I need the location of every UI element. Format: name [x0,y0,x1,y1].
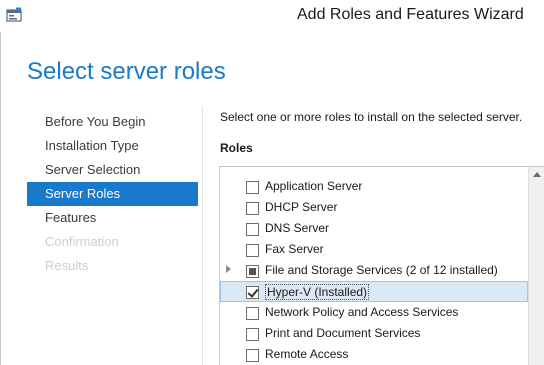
roles-list[interactable]: Application Server DHCP Server DNS Serve… [219,166,544,365]
role-row-fax-server[interactable]: Fax Server [220,239,528,260]
nav-step-server-roles[interactable]: Server Roles [27,182,198,206]
roles-list-scrollbar[interactable] [528,167,544,365]
server-manager-icon [6,7,22,22]
expand-arrow-icon[interactable] [226,265,231,273]
nav-step-results: Results [45,258,89,273]
role-label: DHCP Server [265,200,338,214]
page-title: Select server roles [27,58,226,85]
role-row-remote-access[interactable]: Remote Access [220,344,528,365]
window-title: Add Roles and Features Wizard [297,6,524,23]
role-label: Application Server [265,179,363,193]
role-checkbox[interactable] [246,349,259,362]
role-row-hyper-v[interactable]: Hyper-V (Installed) [220,281,528,302]
role-label: Hyper-V (Installed) [265,284,370,300]
role-checkbox[interactable] [246,181,259,194]
role-row-application-server[interactable]: Application Server [220,176,528,197]
role-checkbox[interactable] [246,307,259,320]
role-label: Print and Document Services [265,326,421,340]
nav-step-features[interactable]: Features [27,206,198,230]
role-row-dns-server[interactable]: DNS Server [220,218,528,239]
role-row-network-policy-and-access-services[interactable]: Network Policy and Access Services [220,302,528,323]
role-label: Fax Server [265,242,324,256]
wizard-steps-nav: Before You Begin Installation Type Serve… [27,110,198,278]
role-label: DNS Server [265,221,330,235]
nav-divider [202,106,203,365]
nav-step-confirmation: Confirmation [45,234,119,249]
nav-step-server-selection[interactable]: Server Selection [27,158,198,182]
role-checkbox[interactable] [246,223,259,236]
role-checkbox[interactable] [246,202,259,215]
instruction-text: Select one or more roles to install on t… [220,110,523,124]
role-row-print-and-document-services[interactable]: Print and Document Services [220,323,528,344]
role-checkbox[interactable] [246,328,259,341]
nav-step-before-you-begin[interactable]: Before You Begin [27,110,198,134]
nav-step-installation-type[interactable]: Installation Type [27,134,198,158]
roles-heading: Roles [220,141,253,155]
role-checkbox[interactable] [246,265,259,278]
role-row-dhcp-server[interactable]: DHCP Server [220,197,528,218]
role-label: File and Storage Services (2 of 12 insta… [265,263,498,277]
role-label: Remote Access [265,347,349,361]
scroll-up-arrow-icon[interactable] [533,172,541,177]
role-checkbox[interactable] [246,286,259,299]
role-row-file-and-storage-services[interactable]: File and Storage Services (2 of 12 insta… [220,260,528,281]
role-label: Network Policy and Access Services [265,305,459,319]
title-bar[interactable]: Add Roles and Features Wizard [0,0,544,32]
role-checkbox[interactable] [246,244,259,257]
